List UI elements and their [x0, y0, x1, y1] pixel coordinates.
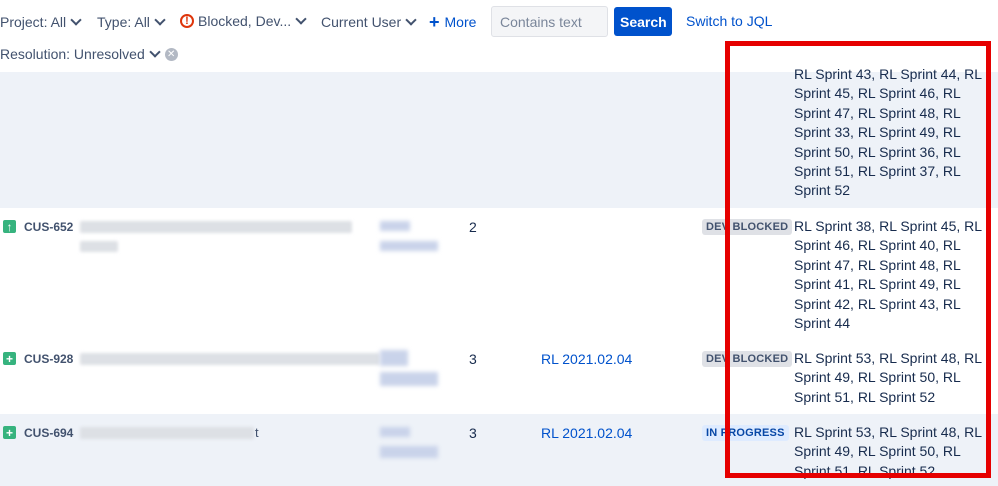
- assignee-redacted: [380, 241, 438, 251]
- assignee-filter[interactable]: Current User: [321, 14, 417, 30]
- filter-bar: Project: All Type: All ! Blocked, Dev...…: [0, 0, 998, 72]
- assignee-redacted: [380, 372, 438, 386]
- fix-version-link[interactable]: RL 2021.02.04: [541, 351, 632, 367]
- sprint-list: RL Sprint 43, RL Sprint 44, RL Sprint 45…: [794, 66, 982, 199]
- project-filter-label: Project: All: [0, 14, 67, 30]
- new-feature-icon: +: [3, 352, 16, 366]
- issue-key[interactable]: CUS-694: [24, 426, 73, 440]
- clear-icon[interactable]: ✕: [164, 47, 178, 61]
- assignee-filter-label: Current User: [321, 14, 402, 30]
- summary-fragment: t: [255, 425, 259, 440]
- more-label: More: [444, 14, 477, 30]
- search-input[interactable]: [491, 6, 608, 37]
- improvement-icon: ↑: [3, 220, 16, 234]
- chevron-down-icon: [154, 14, 166, 26]
- summary-redacted: [80, 221, 352, 233]
- chevron-down-icon: [295, 13, 307, 25]
- assignee-redacted: [380, 221, 410, 231]
- table-row[interactable]: + CUS-928 3 RL 2021.02.04 DEV BLOCKED RL…: [0, 340, 998, 414]
- status-filter[interactable]: ! Blocked, Dev...: [180, 13, 307, 29]
- new-feature-icon: +: [3, 426, 16, 440]
- sprint-list: RL Sprint 53, RL Sprint 48, RL Sprint 49…: [794, 424, 982, 479]
- switch-to-jql-link[interactable]: Switch to JQL: [686, 13, 772, 29]
- story-points: 3: [469, 351, 477, 367]
- status-badge: DEV BLOCKED: [702, 219, 793, 235]
- status-filter-label: Blocked, Dev...: [198, 13, 292, 29]
- project-filter[interactable]: Project: All: [0, 14, 82, 30]
- fix-version-link[interactable]: RL 2021.02.04: [541, 425, 632, 441]
- summary-redacted: [80, 241, 118, 252]
- issue-key[interactable]: CUS-928: [24, 352, 73, 366]
- summary-redacted: [80, 353, 380, 365]
- exclamation-circle-icon: !: [180, 14, 194, 28]
- table-row[interactable]: RL Sprint 43, RL Sprint 44, RL Sprint 45…: [0, 66, 998, 208]
- chevron-down-icon: [70, 14, 82, 26]
- search-button[interactable]: Search: [614, 7, 672, 36]
- story-points: 3: [469, 425, 477, 441]
- resolution-filter-label: Resolution: Unresolved: [0, 46, 145, 62]
- more-filter-button[interactable]: + More: [429, 12, 477, 32]
- plus-icon: +: [429, 12, 440, 32]
- issue-key[interactable]: CUS-652: [24, 220, 73, 234]
- sprint-list: RL Sprint 53, RL Sprint 48, RL Sprint 49…: [794, 350, 982, 405]
- table-row[interactable]: ↑ CUS-652 2 DEV BLOCKED RL Sprint 38, RL…: [0, 208, 998, 340]
- table-row[interactable]: + CUS-694 t 3 RL 2021.02.04 IN PROGRESS …: [0, 414, 998, 486]
- status-badge: DEV BLOCKED: [702, 351, 793, 367]
- status-badge: IN PROGRESS: [702, 425, 789, 441]
- assignee-redacted: [380, 427, 410, 437]
- chevron-down-icon: [405, 14, 417, 26]
- assignee-redacted: [380, 350, 408, 366]
- type-filter[interactable]: Type: All: [97, 14, 166, 30]
- summary-redacted: [80, 427, 254, 439]
- type-filter-label: Type: All: [97, 14, 150, 30]
- story-points: 2: [469, 219, 477, 235]
- assignee-redacted: [380, 446, 438, 458]
- sprint-list: RL Sprint 38, RL Sprint 45, RL Sprint 46…: [794, 218, 982, 332]
- chevron-down-icon: [149, 46, 161, 58]
- resolution-filter[interactable]: Resolution: Unresolved ✕: [0, 46, 178, 62]
